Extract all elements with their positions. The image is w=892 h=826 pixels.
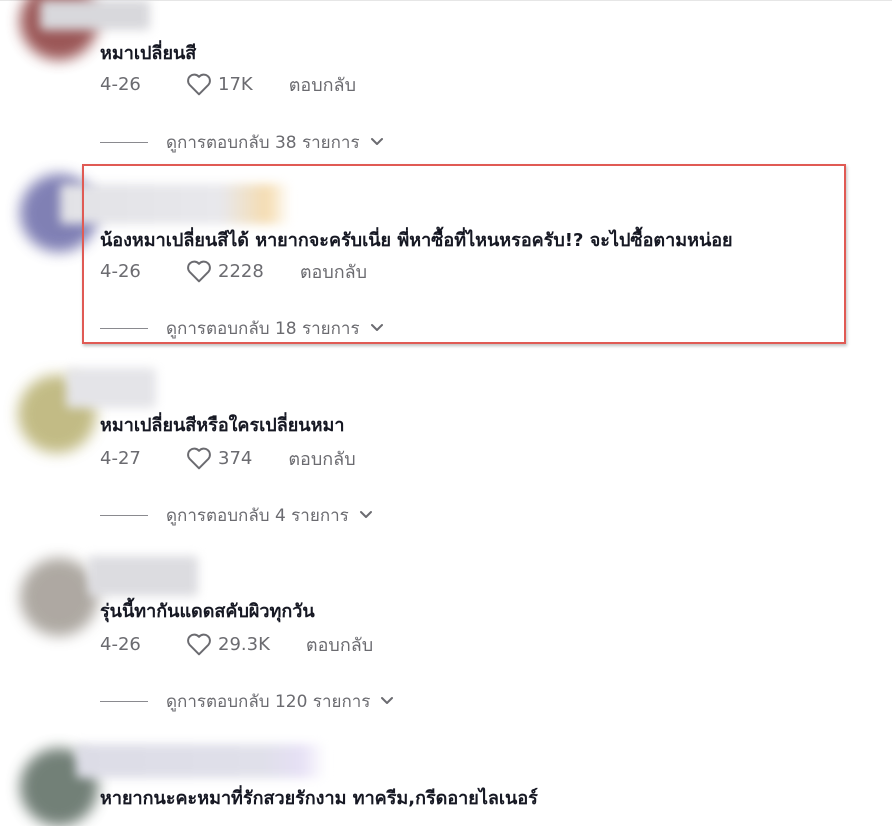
- comment-meta: 4-27 374 ตอบกลับ: [100, 445, 356, 471]
- heart-outline-icon: [187, 633, 211, 656]
- chevron-down-icon: [370, 323, 384, 333]
- chevron-down-icon: [359, 510, 373, 520]
- like-button[interactable]: 2228: [186, 259, 264, 283]
- comment-text: น้องหมาเปลี่ยนสีได้ หายากจะครับเนี่ย พี่…: [100, 230, 733, 251]
- username-blurred[interactable]: [60, 184, 290, 224]
- comment-text: หมาเปลี่ยนสี: [100, 43, 197, 64]
- replies-divider: [100, 141, 148, 143]
- reply-button[interactable]: ตอบกลับ: [288, 444, 355, 473]
- comment-date: 4-27: [100, 447, 141, 469]
- replies-divider: [100, 327, 148, 329]
- comment-date: 4-26: [100, 633, 141, 655]
- comment-text: รุ่นนี้ทากันแดดสคับผิวทุกวัน: [100, 601, 315, 622]
- username-blurred[interactable]: [66, 368, 156, 408]
- replies-divider: [100, 700, 148, 702]
- comment-text: หายากนะคะหมาที่รักสวยรักงาม ทาครีม,กรีดอ…: [100, 788, 538, 809]
- view-replies-label: ดูการตอบกลับ 120 รายการ: [166, 691, 371, 712]
- comment-meta: 4-26 29.3K ตอบกลับ: [100, 631, 373, 657]
- like-count: 2228: [218, 260, 264, 282]
- like-button[interactable]: 374: [186, 446, 252, 470]
- chevron-down-icon: [370, 137, 384, 147]
- reply-button[interactable]: ตอบกลับ: [300, 257, 367, 286]
- comment-meta: 4-26 17K ตอบกลับ: [100, 71, 356, 97]
- like-button[interactable]: 17K: [186, 72, 253, 96]
- comment-date: 4-26: [100, 260, 141, 282]
- view-replies-button[interactable]: ดูการตอบกลับ 18 รายการ: [100, 316, 384, 340]
- heart-outline-icon: [187, 447, 211, 470]
- like-count: 29.3K: [218, 633, 270, 655]
- heart-outline-icon: [187, 260, 211, 283]
- reply-button[interactable]: ตอบกลับ: [289, 70, 356, 99]
- reply-button[interactable]: ตอบกลับ: [306, 630, 373, 659]
- username-blurred[interactable]: [76, 744, 326, 778]
- view-replies-label: ดูการตอบกลับ 4 รายการ: [166, 505, 349, 526]
- heart-outline-icon: [187, 73, 211, 96]
- username-blurred[interactable]: [88, 556, 198, 596]
- view-replies-label: ดูการตอบกลับ 38 รายการ: [166, 132, 360, 153]
- view-replies-label: ดูการตอบกลับ 18 รายการ: [166, 318, 360, 339]
- view-replies-button[interactable]: ดูการตอบกลับ 120 รายการ: [100, 689, 394, 713]
- comment-meta: 4-26 2228 ตอบกลับ: [100, 258, 367, 284]
- view-replies-button[interactable]: ดูการตอบกลับ 4 รายการ: [100, 503, 373, 527]
- avatar[interactable]: [20, 558, 98, 636]
- like-count: 374: [218, 447, 253, 469]
- view-replies-button[interactable]: ดูการตอบกลับ 38 รายการ: [100, 130, 384, 154]
- comment-text: หมาเปลี่ยนสีหรือใครเปลี่ยนหมา: [100, 415, 345, 436]
- username-blurred[interactable]: [40, 0, 150, 30]
- like-button[interactable]: 29.3K: [186, 632, 270, 656]
- like-count: 17K: [218, 73, 253, 95]
- comment-date: 4-26: [100, 73, 141, 95]
- replies-divider: [100, 514, 148, 516]
- chevron-down-icon: [380, 696, 394, 706]
